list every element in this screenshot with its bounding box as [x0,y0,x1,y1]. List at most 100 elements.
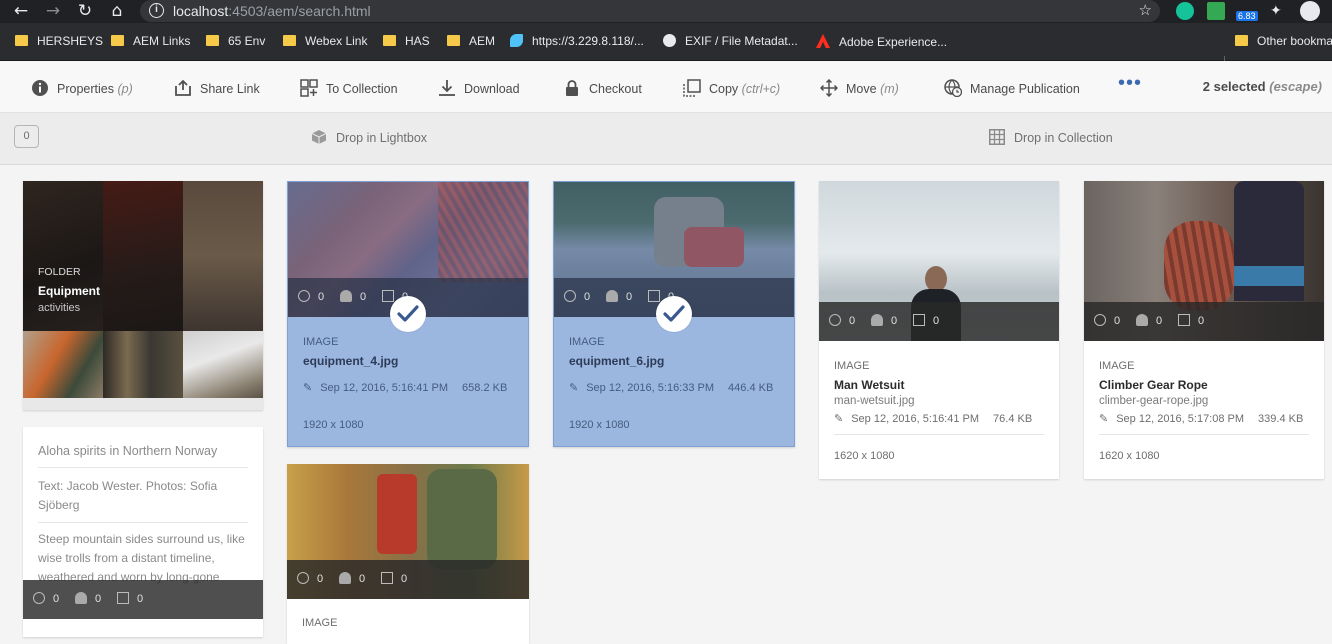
lock-icon [566,80,578,96]
bookmark-item[interactable]: AEM Links [111,34,190,48]
asset-title: Climber Gear Rope [1099,378,1208,392]
profile-avatar[interactable] [1300,1,1320,21]
url-text[interactable]: localhost:4503/aem/search.html [173,3,371,19]
stats-bar: 0 0 0 [819,302,1059,341]
comment-icon [381,572,393,584]
to-collection-button[interactable]: To Collection [300,79,398,99]
share-icon [175,79,191,96]
extension-icon[interactable] [1207,2,1225,20]
bookmark-item[interactable]: EXIF / File Metadat... [663,34,798,48]
stats-bar: 0 0 0 [1084,302,1324,341]
pencil-icon: ✎ [569,382,579,394]
back-arrow-icon[interactable]: ← [10,1,32,21]
bookmark-item[interactable]: 65 Env [206,34,265,48]
article-card[interactable]: Aloha spirits in Northern Norway Text: J… [23,427,263,637]
stats-bar: 0 0 0 [23,580,263,619]
asset-modified: ✎ Sep 12, 2016, 5:16:41 PM 658.2 KB [303,382,508,394]
users-icon [340,290,352,302]
more-actions-icon[interactable]: ••• [1118,73,1142,93]
users-icon [75,592,87,604]
folder-icon [15,35,28,46]
info-icon[interactable]: i [149,3,164,18]
users-icon [871,314,883,326]
comment-icon [913,314,925,326]
forward-arrow-icon[interactable]: → [42,1,64,21]
article-body: Steep mountain sides surround us, like w… [38,532,245,584]
asset-modified: ✎ Sep 12, 2016, 5:17:08 PM 339.4 KB [1099,413,1304,425]
folder-icon [383,35,396,46]
browser-toolbar: ← → ↻ ⌂ i localhost:4503/aem/search.html… [0,0,1332,23]
users-icon [339,572,351,584]
copy-button[interactable]: Copy (ctrl+c) [683,79,780,99]
bookmark-item[interactable]: AEM [447,34,495,48]
article-byline: Text: Jacob Wester. Photos: Sofia Sjöber… [38,479,218,512]
grid-icon [989,129,1005,145]
folder-title: Equipment [38,284,100,298]
asset-title: equipment_4.jpg [303,354,399,368]
asset-filename: man-wetsuit.jpg [834,395,915,407]
share-link-button[interactable]: Share Link [174,79,260,99]
asset-title: Man Wetsuit [834,378,905,392]
extension-badge[interactable]: 6.83 [1236,11,1258,21]
checkmark-icon[interactable] [390,296,426,332]
bookmark-star-icon[interactable]: ☆ [1139,1,1152,19]
address-bar[interactable]: i localhost:4503/aem/search.html ☆ [140,0,1160,22]
globe-clock-icon [944,79,962,97]
asset-card-equipment-4[interactable]: 0 0 0 IMAGE equipment_4.jpg ✎Sep 12, 201… [287,181,529,447]
reload-icon[interactable]: ↻ [74,1,96,21]
drop-in-collection[interactable]: Drop in Collection [989,129,1113,145]
bookmark-item[interactable]: HAS [383,34,430,48]
pencil-icon: ✎ [834,413,844,425]
asset-type-label: IMAGE [1099,360,1135,372]
comment-icon [117,592,129,604]
comment-icon [382,290,394,302]
asset-title: equipment_6.jpg [569,354,665,368]
comment-icon [648,290,660,302]
asset-modified: ✎ Sep 12, 2016, 5:16:33 PM 446.4 KB [569,382,774,394]
article-title: Aloha spirits in Northern Norway [38,444,218,458]
asset-type-label: IMAGE [303,336,339,348]
lightbox-count-badge[interactable]: 0 [14,125,39,148]
asset-dimensions: 1620 x 1080 [1099,450,1160,462]
asset-card-backpack[interactable]: 0 0 0 IMAGE [287,464,529,644]
sync-icon [298,290,310,302]
adobe-icon [816,34,830,48]
asset-type-label: IMAGE [569,336,605,348]
folder-type-label: FOLDER [38,266,81,278]
bookmark-item[interactable]: https://3.229.8.118/... [510,34,644,48]
checkout-button[interactable]: Checkout [563,79,642,99]
folder-icon [1235,35,1248,46]
puzzle-icon[interactable]: ✦ [1270,2,1288,20]
sync-icon [1094,314,1106,326]
cube-icon [311,130,327,144]
comment-icon [1178,314,1190,326]
home-icon[interactable]: ⌂ [106,1,128,21]
drop-zone-bar [0,113,1332,165]
asset-card-man-wetsuit[interactable]: 0 0 0 IMAGE Man Wetsuit man-wetsuit.jpg … [819,181,1059,479]
asset-card-equipment-6[interactable]: 0 0 0 IMAGE equipment_6.jpg ✎Sep 12, 201… [553,181,795,447]
manage-publication-button[interactable]: Manage Publication [944,79,1080,99]
asset-card-climber-gear-rope[interactable]: 0 0 0 IMAGE Climber Gear Rope climber-ge… [1084,181,1324,479]
move-button[interactable]: Move (m) [820,79,899,99]
folder-thumbnail: FOLDER Equipment activities [23,181,263,398]
asset-type-label: IMAGE [302,617,338,629]
bookmark-item[interactable]: Adobe Experience... [816,34,947,49]
selection-count[interactable]: 2 selected (escape) [1203,79,1322,94]
checkmark-icon[interactable] [656,296,692,332]
download-button[interactable]: Download [438,79,520,99]
collection-add-icon [300,79,318,97]
bookmark-item[interactable]: HERSHEYS [15,34,103,48]
sync-icon [297,572,309,584]
stats-bar: 0 0 0 [287,560,529,599]
asset-dimensions: 1620 x 1080 [834,450,895,462]
folder-card[interactable]: FOLDER Equipment activities [23,181,263,410]
drop-in-lightbox[interactable]: Drop in Lightbox [311,129,427,145]
asset-dimensions: 1920 x 1080 [569,419,630,431]
properties-button[interactable]: Properties (p) [31,79,133,99]
move-icon [820,79,838,97]
bookmarks-bar: HERSHEYS AEM Links 65 Env Webex Link HAS… [0,23,1332,74]
grammarly-icon[interactable] [1176,2,1194,20]
bookmark-item[interactable]: Other bookmarks [1235,34,1332,48]
bookmark-item[interactable]: Webex Link [283,34,367,48]
users-icon [606,290,618,302]
